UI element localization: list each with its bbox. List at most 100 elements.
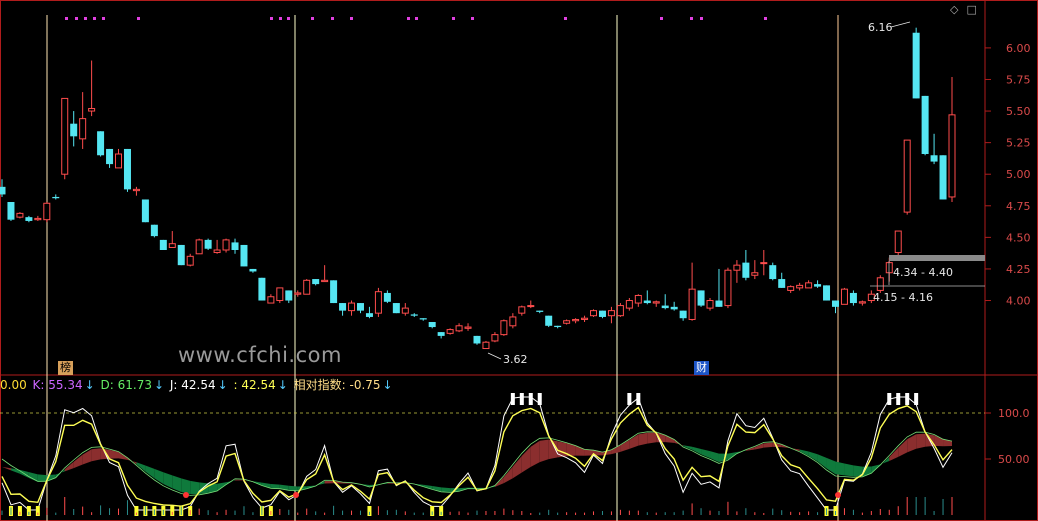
kdj-x-value: : 42.54 [233,378,276,392]
candle-body [894,230,902,254]
volume-bar [37,512,39,515]
volume-bar [476,510,478,515]
volume-bar [619,509,621,515]
band-segment [91,448,101,462]
high-label: 6.16 [868,21,893,34]
band-segment [710,451,719,463]
volume-bar [781,510,783,515]
volume-bar [449,511,451,515]
volume-bar [351,510,353,515]
event-dot [700,17,703,20]
band-segment [55,469,65,479]
candle-body [688,288,696,320]
candle-body [195,239,203,255]
band-segment [181,478,191,495]
volume-bar [817,512,819,515]
volume-bar [377,506,379,515]
band-segment [844,463,854,477]
candle-body [303,279,311,295]
cross-signal-dot [183,492,189,498]
candle-body [554,325,562,328]
candle-body [778,279,786,288]
candle-body [7,202,15,220]
event-dot [407,17,410,20]
volume-bar [46,507,48,515]
event-dot [660,17,663,20]
candle-body [88,108,96,112]
candle-body [249,268,257,272]
maximize-icon[interactable]: □ [966,3,976,16]
volume-bar [521,511,523,515]
volume-bar [100,505,102,515]
band-segment [288,485,298,491]
volume-bar [243,506,245,515]
volume-bar [333,505,335,515]
event-dot [279,17,282,20]
cross-signal-dot [293,492,299,498]
price-tick: 5.75 [1006,73,1031,86]
volume-bar [440,511,442,515]
overbought-marker [914,393,919,405]
candle-body [831,300,839,307]
volume-bar [162,509,164,515]
volume-bar [422,512,424,515]
kdj-band [2,432,952,495]
band-segment [521,446,531,473]
candle-body [392,303,400,314]
candle-body [814,284,822,287]
band-segment [701,448,711,459]
event-dot [350,17,353,20]
overbought-marker [887,393,892,405]
candle-body [742,262,750,278]
candle-body [204,239,212,249]
candle-body [159,239,167,250]
candle-body [177,244,185,266]
volume-bar [315,511,317,515]
volume-bar [628,510,630,515]
candle-body [455,325,463,332]
band-segment [118,451,128,460]
volume-bar [557,512,559,515]
candle-body [616,305,624,317]
volume-bar [342,510,344,515]
event-dot [270,17,273,20]
ranking-tag[interactable]: 榜 [58,361,73,375]
volume-bar [55,512,57,515]
indicator-prefix: 0.00 [0,378,27,392]
candle-body [339,303,347,311]
kdj-d-value: D: 61.73 [100,378,152,392]
candle-body [805,282,813,289]
band-segment [880,457,890,466]
candle-body [410,314,418,316]
band-segment [226,479,236,486]
band-segment [503,466,513,484]
event-markers [65,17,767,20]
stock-chart[interactable]: 6.00 5.75 5.50 5.25 5.00 4.75 4.50 4.25 4.00 6.1… [0,0,1038,521]
volume-bar [73,509,75,515]
volume-bar [503,508,505,515]
volume-bar [126,500,128,515]
event-dot [311,17,314,20]
volume-bar [288,509,290,515]
candle-body [607,310,615,317]
volume-bar [646,512,648,515]
band-segment [163,472,173,489]
candles [0,27,956,350]
candle-body [446,329,454,334]
band-segment [826,457,836,475]
volume-bar [861,512,863,515]
volume-bar [942,499,944,515]
diamond-icon[interactable]: ◇ [950,3,958,16]
volume-bar [799,512,801,515]
candle-body [312,279,320,285]
volume-bar [727,501,729,515]
finance-tag[interactable]: 财 [694,361,709,375]
volume-bar [135,512,137,515]
chart-frame [0,0,1038,521]
overbought-marker [905,393,910,405]
range-bar-upper [889,255,985,261]
indicator-axis-ticks: 100.0 50.00 [985,407,1030,466]
candle-body [500,320,508,336]
candle-body [25,217,33,221]
volume-bar [539,512,541,515]
